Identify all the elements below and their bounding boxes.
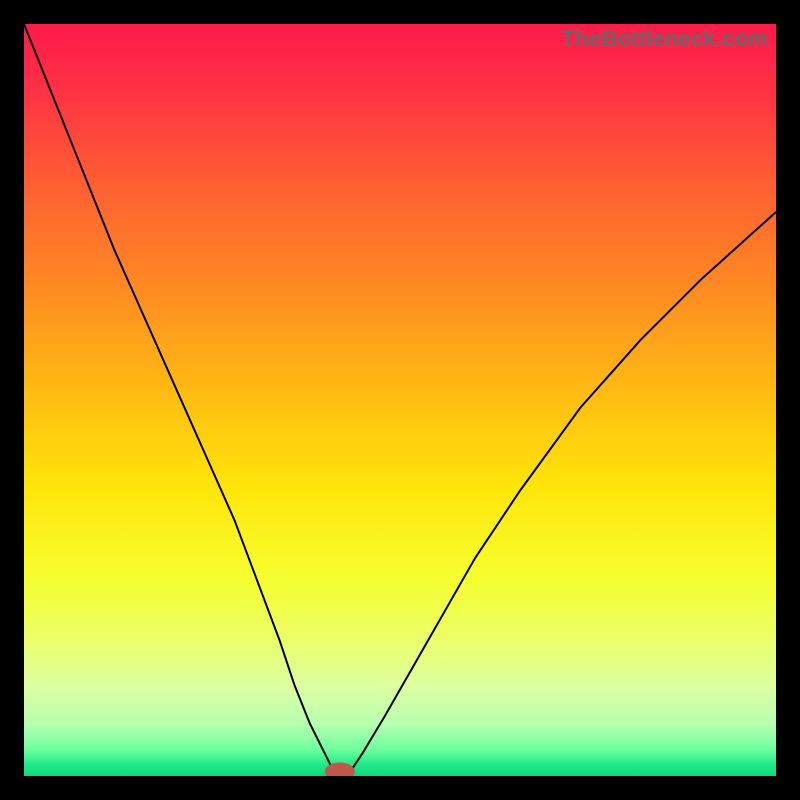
- gradient-background: [24, 24, 776, 776]
- chart-frame: TheBottleneck.com: [0, 0, 800, 800]
- chart-svg: [24, 24, 776, 776]
- chart-plot-area: TheBottleneck.com: [24, 24, 776, 776]
- watermark-label: TheBottleneck.com: [562, 26, 768, 52]
